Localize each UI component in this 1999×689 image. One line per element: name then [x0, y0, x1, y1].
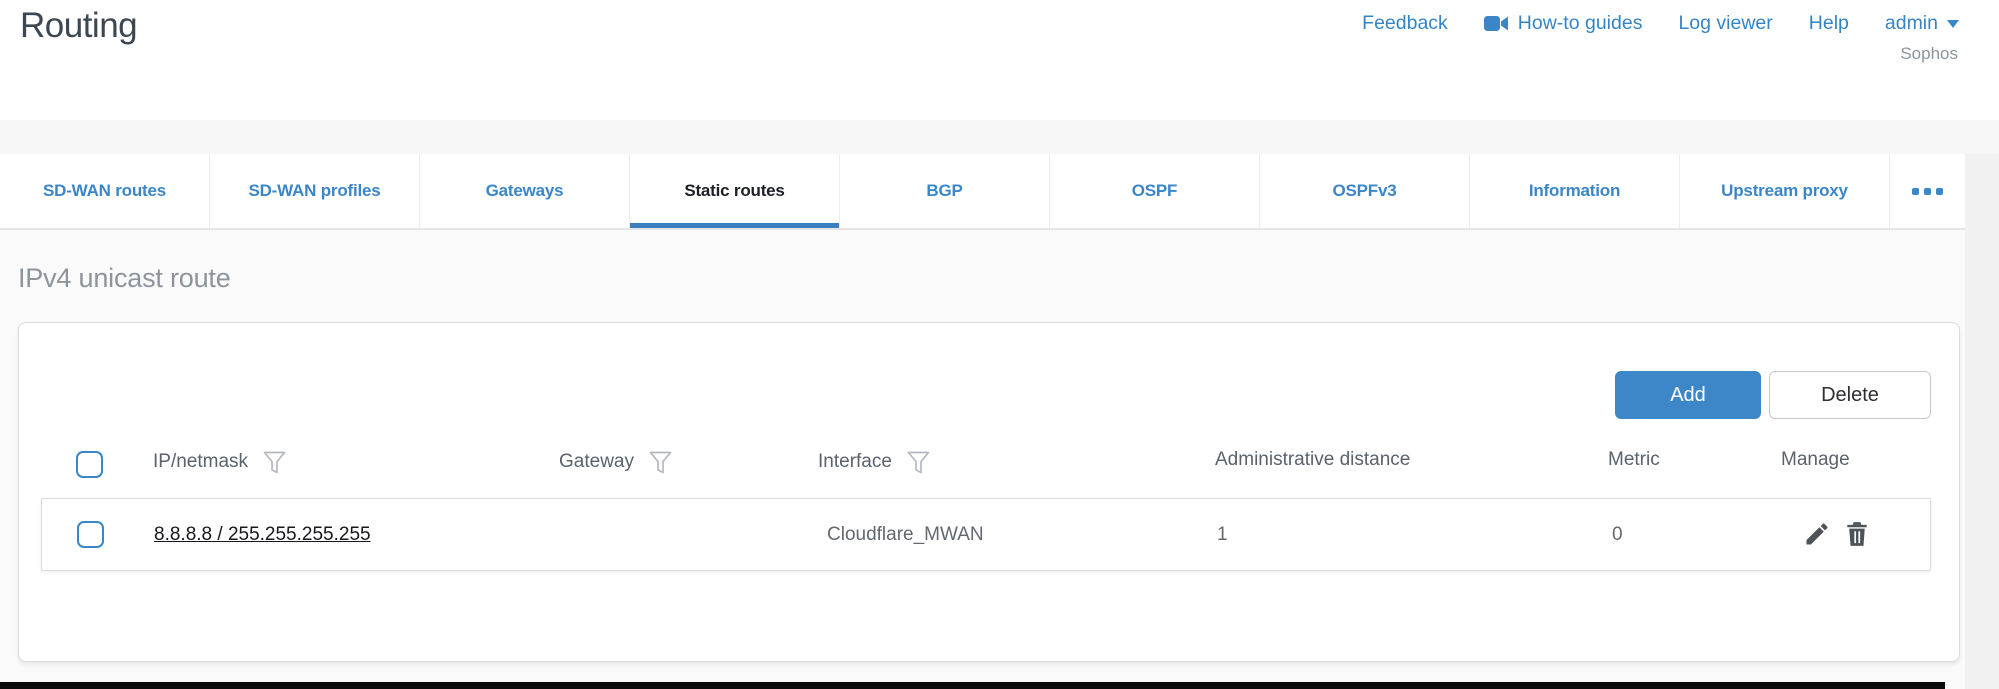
route-admin-distance-value: 1 — [1217, 524, 1228, 546]
delete-trash-icon[interactable] — [1844, 520, 1870, 548]
howto-guides-link[interactable]: How-to guides — [1484, 12, 1643, 35]
chevron-down-icon — [1947, 20, 1959, 28]
route-metric-value: 0 — [1612, 524, 1623, 546]
tab-sdwan-profiles[interactable]: SD-WAN profiles — [210, 154, 420, 228]
manage-header-label: Manage — [1781, 449, 1850, 471]
table-header: IP/netmask Gateway Interface Administrat… — [19, 426, 1959, 498]
add-button[interactable]: Add — [1615, 371, 1761, 419]
filter-icon[interactable] — [263, 451, 286, 475]
route-interface-value: Cloudflare_MWAN — [827, 524, 984, 546]
tab-bar: SD-WAN routes SD-WAN profiles Gateways S… — [0, 154, 1965, 228]
tab-static-routes[interactable]: Static routes — [630, 154, 840, 228]
header-divider-strip — [0, 120, 1999, 154]
column-header-interface: Interface — [818, 449, 930, 475]
video-camera-icon — [1484, 15, 1509, 32]
section-title: IPv4 unicast route — [18, 263, 231, 294]
right-gutter — [1965, 154, 1999, 689]
interface-header-label: Interface — [818, 451, 892, 473]
more-dots-icon — [1912, 188, 1943, 195]
howto-guides-label: How-to guides — [1518, 12, 1643, 35]
filter-icon[interactable] — [649, 451, 672, 475]
log-viewer-link[interactable]: Log viewer — [1678, 12, 1772, 35]
brand-name: Sophos — [1900, 44, 1958, 64]
column-header-metric: Metric — [1608, 449, 1660, 471]
feedback-link[interactable]: Feedback — [1362, 12, 1448, 35]
content-area: IPv4 unicast route Add Delete IP/netmask… — [0, 230, 1965, 689]
filter-icon[interactable] — [907, 451, 930, 475]
gateway-header-label: Gateway — [559, 451, 634, 473]
column-header-manage: Manage — [1781, 449, 1850, 471]
delete-button[interactable]: Delete — [1769, 371, 1931, 419]
tab-ospf[interactable]: OSPF — [1050, 154, 1260, 228]
help-link[interactable]: Help — [1809, 12, 1849, 35]
row-manage-actions — [1803, 520, 1870, 548]
route-ip-netmask-link[interactable]: 8.8.8.8 / 255.255.255.255 — [154, 524, 371, 546]
ip-netmask-header-label: IP/netmask — [153, 451, 248, 473]
top-navigation: Feedback How-to guides Log viewer Help a… — [1362, 12, 1959, 35]
admin-distance-header-label: Administrative distance — [1215, 449, 1410, 471]
admin-menu[interactable]: admin — [1885, 12, 1959, 35]
select-all-checkbox[interactable] — [76, 451, 103, 478]
tab-overflow-button[interactable] — [1890, 154, 1964, 228]
edit-pencil-icon[interactable] — [1803, 520, 1831, 548]
column-header-admin-distance: Administrative distance — [1215, 449, 1410, 471]
tab-gateways[interactable]: Gateways — [420, 154, 630, 228]
tab-upstream-proxy[interactable]: Upstream proxy — [1680, 154, 1890, 228]
tab-ospfv3[interactable]: OSPFv3 — [1260, 154, 1470, 228]
tab-information[interactable]: Information — [1470, 154, 1680, 228]
column-header-ip-netmask: IP/netmask — [153, 449, 286, 475]
admin-menu-label: admin — [1885, 12, 1938, 35]
tab-sdwan-routes[interactable]: SD-WAN routes — [0, 154, 210, 228]
routes-panel: Add Delete IP/netmask Gateway Interface — [18, 322, 1960, 662]
bottom-edge-bar — [0, 682, 1945, 689]
column-header-gateway: Gateway — [559, 449, 672, 475]
table-row: 8.8.8.8 / 255.255.255.255 Cloudflare_MWA… — [41, 498, 1931, 571]
page-title: Routing — [20, 6, 137, 46]
tab-bgp[interactable]: BGP — [840, 154, 1050, 228]
metric-header-label: Metric — [1608, 449, 1660, 471]
row-checkbox[interactable] — [77, 521, 104, 548]
